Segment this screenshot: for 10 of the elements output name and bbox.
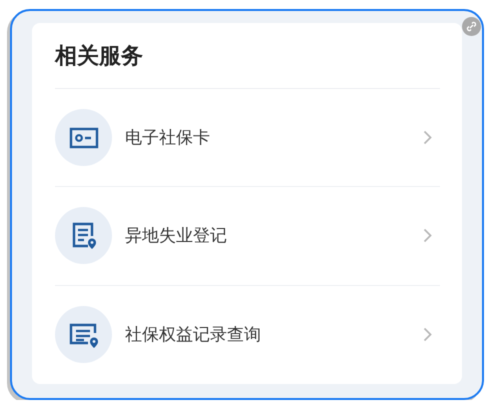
- service-link[interactable]: 社保权益记录查询: [125, 323, 423, 346]
- id-card-icon: [68, 126, 98, 150]
- chevron-right-icon[interactable]: [423, 327, 432, 342]
- link-badge[interactable]: [462, 17, 481, 36]
- chevron-right-icon[interactable]: [423, 228, 432, 244]
- chevron-right-icon[interactable]: [423, 130, 432, 146]
- section-title: 相关服务: [55, 41, 440, 89]
- service-link[interactable]: 异地失业登记: [125, 224, 423, 248]
- service-link[interactable]: 电子社保卡: [125, 126, 423, 150]
- link-icon: [466, 21, 477, 32]
